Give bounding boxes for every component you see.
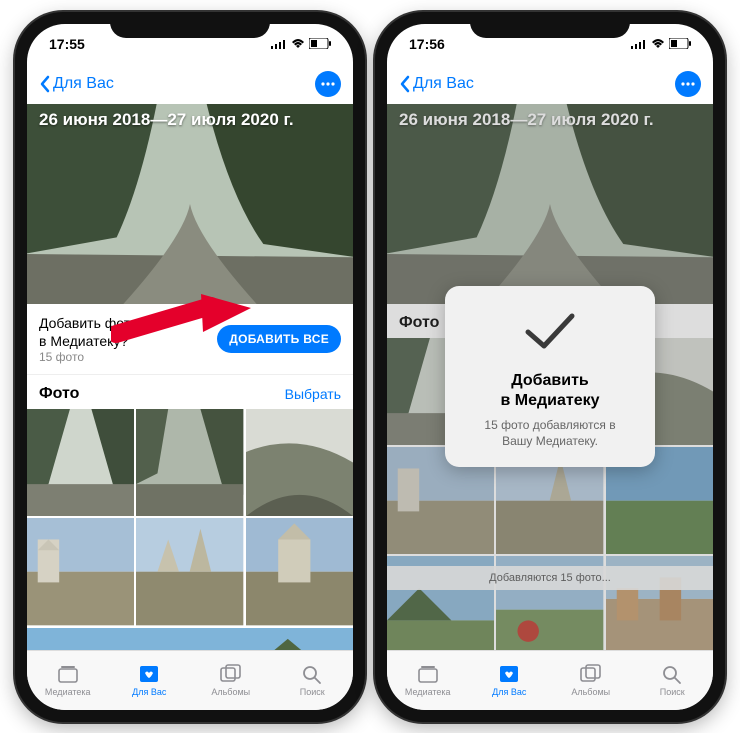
tab-label: Поиск: [660, 687, 685, 697]
tab-bar: Медиатека Для Вас Альбомы Поиск: [27, 650, 353, 710]
wifi-icon: [291, 39, 305, 49]
back-label: Для Вас: [53, 75, 114, 93]
tab-label: Медиатека: [45, 687, 91, 697]
for-you-icon: [137, 663, 161, 685]
back-button[interactable]: Для Вас: [399, 75, 474, 93]
battery-icon: [669, 38, 691, 49]
tab-label: Медиатека: [405, 687, 451, 697]
notch: [110, 12, 270, 38]
back-button[interactable]: Для Вас: [39, 75, 114, 93]
checkmark-icon: [520, 306, 580, 356]
more-button[interactable]: [315, 71, 341, 97]
tab-for-you[interactable]: Для Вас: [469, 651, 551, 710]
signal-icon: [271, 39, 287, 49]
tab-library[interactable]: Медиатека: [387, 651, 469, 710]
albums-icon: [219, 663, 243, 685]
confirm-popup: Добавитьв Медиатеку 15 фото добавляются …: [445, 286, 655, 467]
signal-icon: [631, 39, 647, 49]
add-subtitle: 15 фото: [39, 350, 138, 364]
tab-albums[interactable]: Альбомы: [190, 651, 272, 710]
modal-overlay: Добавитьв Медиатеку 15 фото добавляются …: [387, 104, 713, 650]
add-action-row: Добавить фото в Медиатеку? 15 фото ДОБАВИ…: [27, 304, 353, 375]
tab-for-you[interactable]: Для Вас: [109, 651, 191, 710]
battery-icon: [309, 38, 331, 49]
popup-title: Добавитьв Медиатеку: [461, 371, 639, 411]
ellipsis-icon: [321, 82, 335, 86]
status-indicators: [631, 38, 691, 49]
more-button[interactable]: [675, 71, 701, 97]
phone-left: 17:55 Для Вас: [15, 12, 365, 722]
tab-label: Для Вас: [492, 687, 526, 697]
popup-subtitle: 15 фото добавляются вВашу Медиатеку.: [461, 417, 639, 449]
hero-title: 26 июня 2018—27 июля 2020 г.: [39, 110, 294, 130]
content: 26 июня 2018—27 июля 2020 г. Фото Добавл…: [387, 104, 713, 650]
photo-thumb[interactable]: [136, 409, 243, 516]
status-time: 17:55: [49, 36, 85, 52]
wifi-icon: [651, 39, 665, 49]
photo-thumb[interactable]: [246, 409, 353, 516]
tab-search[interactable]: Поиск: [632, 651, 714, 710]
nav-bar: Для Вас: [387, 64, 713, 104]
for-you-icon: [497, 663, 521, 685]
hero-photo[interactable]: 26 июня 2018—27 июля 2020 г.: [27, 104, 353, 304]
screen-left: 17:55 Для Вас: [27, 24, 353, 710]
library-icon: [416, 663, 440, 685]
nav-bar: Для Вас: [27, 64, 353, 104]
screen-right: 17:56 Для Вас: [387, 24, 713, 710]
add-question: Добавить фото в Медиатеку? 15 фото: [39, 314, 138, 364]
library-icon: [56, 663, 80, 685]
content: 26 июня 2018—27 июля 2020 г. Добавить фо…: [27, 104, 353, 650]
ellipsis-icon: [681, 82, 695, 86]
tab-label: Для Вас: [132, 687, 166, 697]
photo-thumb[interactable]: [136, 518, 243, 625]
tab-label: Альбомы: [211, 687, 250, 697]
photo-thumb[interactable]: [27, 628, 353, 650]
photo-grid: [27, 409, 353, 650]
photo-thumb[interactable]: [27, 409, 134, 516]
photo-thumb[interactable]: [27, 518, 134, 625]
chevron-left-icon: [399, 75, 411, 93]
albums-icon: [579, 663, 603, 685]
add-all-button[interactable]: ДОБАВИТЬ ВСЕ: [217, 325, 341, 353]
search-icon: [300, 663, 324, 685]
notch: [470, 12, 630, 38]
search-icon: [660, 663, 684, 685]
tab-label: Альбомы: [571, 687, 610, 697]
tab-bar: Медиатека Для Вас Альбомы Поиск: [387, 650, 713, 710]
select-button[interactable]: Выбрать: [285, 386, 341, 402]
add-q-line2: в Медиатеку?: [39, 333, 128, 349]
section-title: Фото: [39, 385, 79, 403]
chevron-left-icon: [39, 75, 51, 93]
phone-right: 17:56 Для Вас: [375, 12, 725, 722]
tab-label: Поиск: [300, 687, 325, 697]
photo-thumb[interactable]: [246, 518, 353, 625]
tab-search[interactable]: Поиск: [272, 651, 354, 710]
tab-library[interactable]: Медиатека: [27, 651, 109, 710]
add-q-line1: Добавить фото: [39, 315, 138, 331]
back-label: Для Вас: [413, 75, 474, 93]
tab-albums[interactable]: Альбомы: [550, 651, 632, 710]
status-indicators: [271, 38, 331, 49]
status-time: 17:56: [409, 36, 445, 52]
section-header: Фото Выбрать: [27, 375, 353, 409]
